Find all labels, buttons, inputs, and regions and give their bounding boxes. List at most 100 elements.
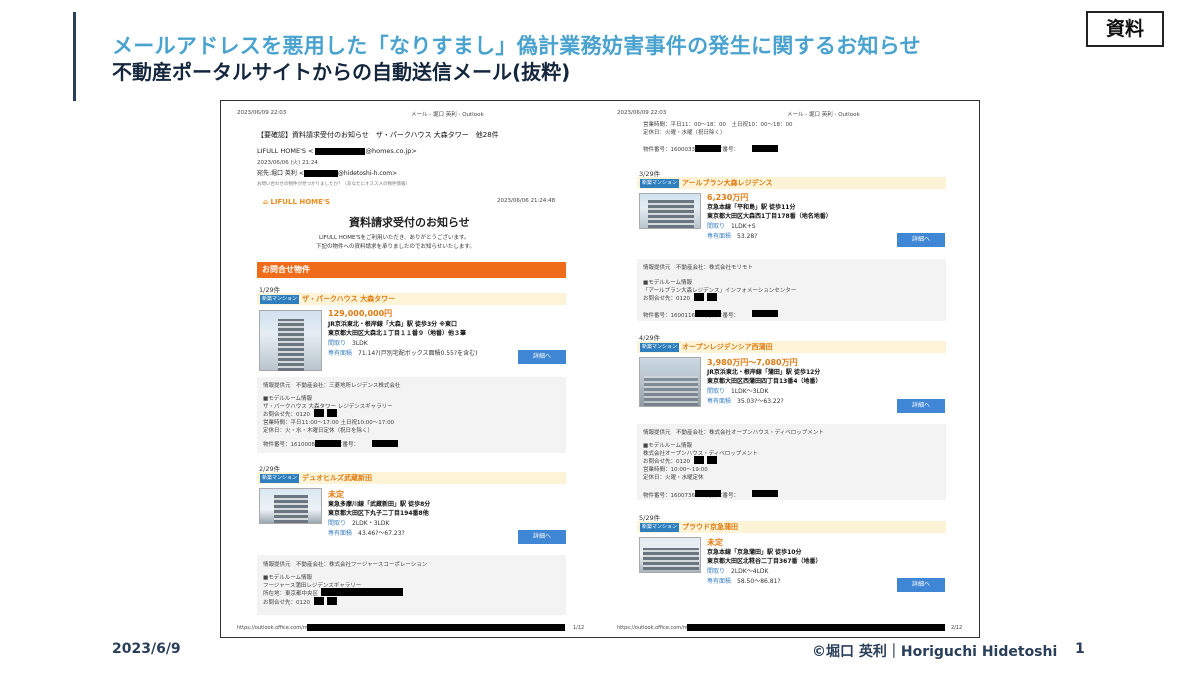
closed-days: 定休日：火・水・木曜日定休（祝日を除く） <box>263 428 374 434</box>
closed-days: 定休日：火曜・水曜定休 <box>643 475 704 481</box>
property-photo[interactable] <box>639 357 701 407</box>
redaction-bar <box>321 588 403 596</box>
document-badge: 資料 <box>1086 11 1164 47</box>
business-hours: 営業時間：10:00〜19:00 <box>643 467 708 473</box>
detail-button[interactable]: 詳細へ <box>897 578 945 592</box>
copyright: ©堀口 英利｜Horiguchi Hidetoshi <box>812 644 1058 660</box>
email-printout: 2023/06/09 22:03 メール - 堀口 英利 - Outlook 【… <box>220 100 980 638</box>
notice-line-1: LIFULL HOME'Sをご利用いただき、ありがとうございます。 <box>319 235 470 241</box>
email-preview: お問い合わせの物件が見つかりましたか？（あなたにオススメの物件情報） <box>257 182 410 187</box>
new-badge: 新築マンション <box>260 473 300 483</box>
property-ids: 物件番号：1600736 問合せ番号： <box>643 493 739 499</box>
model-room-heading: ■モデルルーム情報 <box>643 280 693 286</box>
property-layout: 間取り 3LDK <box>328 338 368 347</box>
property-address: 東京都大田区北糀谷二丁目367番（地番） <box>707 558 822 565</box>
property-address: 東京都大田区西蒲田四丁目13番4（地番） <box>707 378 822 385</box>
building-shape <box>644 376 698 406</box>
property-price: 129,000,000円 <box>328 309 393 318</box>
redaction-bar <box>307 624 565 631</box>
property-layout: 間取り 1LDK〜3LDK <box>707 386 768 395</box>
notice-title: 資料請求受付のお知らせ <box>349 216 470 229</box>
model-room-name: 「アールブラン大森レジデンス」インフォメーションセンター <box>643 288 797 294</box>
detail-button[interactable]: 詳細へ <box>518 350 566 364</box>
detail-button[interactable]: 詳細へ <box>897 233 945 247</box>
contact-phone: お問合せ先：0120 <box>643 296 690 302</box>
layout-value: 1LDK〜3LDK <box>731 388 769 395</box>
area-value: 35.03?〜63.22? <box>737 398 784 405</box>
contact-phone: お問合せ先：0120 <box>263 412 310 418</box>
property-name[interactable]: デュオヒルズ武蔵新田 <box>302 472 372 484</box>
detail-button[interactable]: 詳細へ <box>897 399 945 413</box>
footer-url: https://outlook.office.com/mail/ <box>237 625 316 631</box>
property-photo[interactable] <box>259 488 322 524</box>
building-shape <box>648 200 694 228</box>
area-label: 専有面積 <box>707 578 732 585</box>
sent-date: 2023/06/06 (火) 21:24 <box>257 160 318 166</box>
redaction-bar <box>314 597 324 605</box>
property-name[interactable]: アールブラン大森レジデンス <box>682 177 772 189</box>
property-area: 専有面積 43.46?〜67.23? <box>328 528 405 537</box>
print-time: 2023/06/09 22:03 <box>617 110 667 116</box>
property-photo[interactable] <box>639 193 701 229</box>
property-name[interactable]: プラウド京急蒲田 <box>682 521 738 533</box>
property-header: 新築マンション オープンレジデンシア西蒲田 <box>637 341 946 353</box>
property-area: 専有面積 58.50〜86.81? <box>707 576 781 585</box>
property-header: 新築マンション ザ・パークハウス 大森タワー <box>257 293 566 305</box>
layout-label: 間取り <box>328 340 347 347</box>
info-provider: 情報提供元 不動産会社：株式会社モリモト <box>643 265 754 271</box>
email-subject: 【要確認】資料請求受付のお知らせ ザ・パークハウス 大森タワー 他28件 <box>257 131 499 139</box>
redaction-bar <box>695 490 721 497</box>
redaction-bar <box>752 310 778 317</box>
footer-url: https://outlook.office.com/mail/ <box>617 625 696 631</box>
redaction-bar <box>314 147 365 155</box>
layout-value: 3LDK <box>352 340 368 347</box>
layout-label: 間取り <box>328 520 347 527</box>
property-access: 京急本線「平和島」駅 徒歩11分 <box>707 204 796 211</box>
property-photo[interactable] <box>259 310 322 371</box>
redaction-bar <box>372 440 398 447</box>
area-label: 専有面積 <box>707 398 732 405</box>
layout-value: 1LDK+S <box>731 223 756 230</box>
slide-date: 2023/6/9 <box>112 641 181 657</box>
property-name[interactable]: ザ・パークハウス 大森タワー <box>302 293 395 305</box>
detail-button[interactable]: 詳細へ <box>518 530 566 544</box>
property-layout: 間取り 1LDK+S <box>707 221 756 230</box>
redaction-bar <box>752 145 778 152</box>
redaction-bar <box>327 409 337 417</box>
model-room-heading: ■モデルルーム情報 <box>643 443 693 449</box>
property-header: 新築マンション デュオヒルズ武蔵新田 <box>257 472 566 484</box>
area-value: 53.28? <box>737 233 758 240</box>
property-access: 京急本線「京急蒲田」駅 徒歩10分 <box>707 549 802 556</box>
property-ids: 物件番号：1600116 問合せ番号： <box>643 313 739 319</box>
property-address: 東京都大田区大森北１丁目１１番９（地番）他３筆 <box>328 330 467 337</box>
new-badge: 新築マンション <box>260 294 300 304</box>
redaction-bar <box>327 597 337 605</box>
print-header: メール - 堀口 英利 - Outlook <box>411 112 484 118</box>
property-area: 専有面積 71.14?(戸別宅配ボックス面積0.55?を含む) <box>328 348 477 357</box>
property-photo[interactable] <box>639 537 701 573</box>
new-badge: 新築マンション <box>640 342 680 352</box>
print-time: 2023/06/09 22:03 <box>237 110 287 116</box>
area-label: 専有面積 <box>328 530 353 537</box>
notice-line-2: 下記の物件への資料請求を承りましたのでお知らせいたします。 <box>316 244 475 250</box>
building-shape <box>274 495 308 523</box>
printout-page-2: 2023/06/09 22:03 メール - 堀口 英利 - Outlook 営… <box>601 101 979 637</box>
area-value: 58.50〜86.81? <box>737 578 781 585</box>
property-layout: 間取り 2LDK・3LDK <box>328 518 389 527</box>
slide-subtitle: 不動産ポータルサイトからの自動送信メール(抜粋) <box>112 60 571 84</box>
property-address: 東京都大田区大森西1丁目178番（地名地番） <box>707 213 832 220</box>
layout-value: 2LDK・3LDK <box>352 520 390 527</box>
property-area: 専有面積 53.28? <box>707 231 757 240</box>
property-name[interactable]: オープンレジデンシア西蒲田 <box>682 341 773 353</box>
email-from: LIFULL HOME'S < @homes.co.jp> <box>257 147 417 155</box>
info-provider: 情報提供元 不動産会社：三菱地所レジデンス株式会社 <box>263 383 401 389</box>
redaction-bar <box>707 293 717 301</box>
redaction-bar <box>695 310 721 317</box>
layout-label: 間取り <box>707 568 726 575</box>
title-accent-line <box>73 12 76 101</box>
redaction-bar <box>314 409 324 417</box>
area-label: 専有面積 <box>328 350 353 357</box>
to-suffix: @hidetoshi-h.com> <box>337 170 398 177</box>
business-hours: 営業時間：平日11:00〜17:00 土日祝10:00〜17:00 <box>263 420 395 426</box>
property-access: 東急多摩川線「武蔵新田」駅 徒歩8分 <box>328 501 431 508</box>
